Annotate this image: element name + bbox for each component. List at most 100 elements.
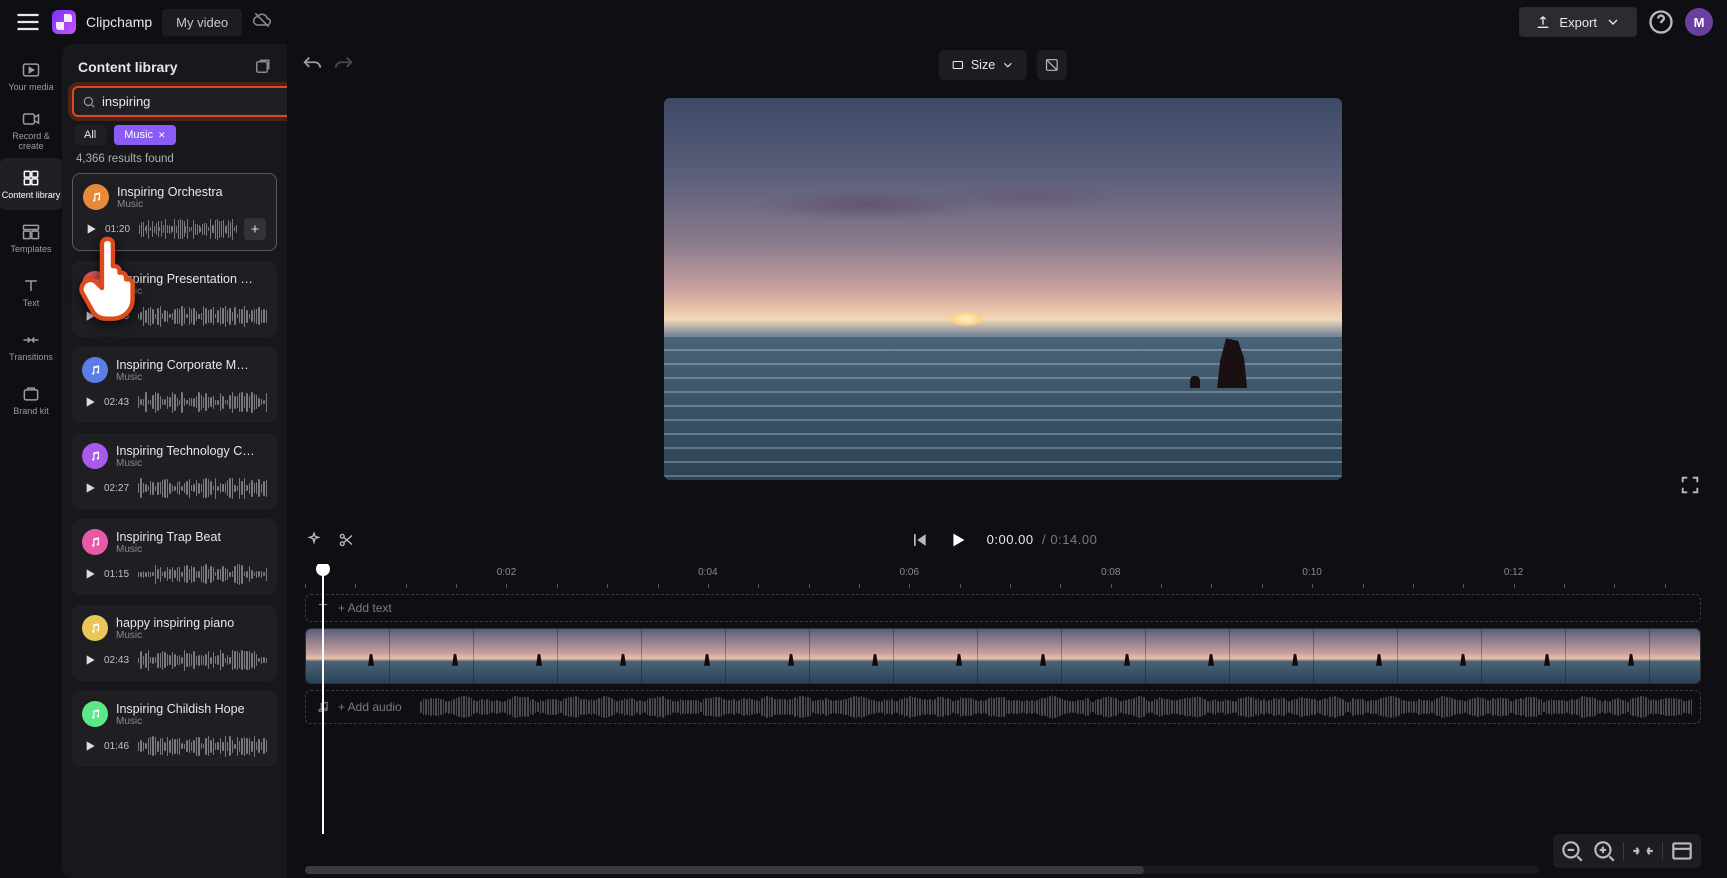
video-preview[interactable] xyxy=(664,98,1342,480)
track-category-icon xyxy=(82,701,108,727)
ruler-mark: 0:10 xyxy=(1302,567,1321,578)
track-card[interactable]: Inspiring Presentation … Music 01:55 xyxy=(72,261,277,337)
track-category: Music xyxy=(116,286,267,297)
timeline-zoom-tools xyxy=(1553,834,1701,868)
track-category: Music xyxy=(116,544,267,555)
sparkle-auto-icon[interactable] xyxy=(305,531,323,549)
search-box[interactable] xyxy=(72,86,308,117)
app-logo xyxy=(52,10,76,34)
help-button[interactable] xyxy=(1647,8,1675,36)
play-button[interactable] xyxy=(947,529,969,551)
track-card[interactable]: Inspiring Corporate M… Music 02:43 xyxy=(72,347,277,423)
redo-button xyxy=(333,54,355,76)
preview-play-icon[interactable] xyxy=(82,308,98,324)
video-track-clip[interactable] xyxy=(305,628,1701,684)
nav-record-create[interactable]: Record & create xyxy=(0,104,62,156)
transitions-icon xyxy=(21,330,41,350)
track-card[interactable]: Inspiring Orchestra Music 01:20 xyxy=(72,173,277,251)
track-card[interactable]: Inspiring Technology C… Music 02:27 xyxy=(72,433,277,509)
fullscreen-button[interactable] xyxy=(1679,474,1701,496)
preview-play-icon[interactable] xyxy=(83,221,99,237)
text-track-lane[interactable]: + Add text xyxy=(305,594,1701,622)
track-duration: 01:15 xyxy=(104,569,132,580)
preview-play-icon[interactable] xyxy=(82,480,98,496)
nav-content-library[interactable]: Content library xyxy=(0,158,62,210)
hamburger-menu[interactable] xyxy=(14,8,42,36)
fit-timeline-button[interactable] xyxy=(1630,838,1656,864)
track-title: Inspiring Trap Beat xyxy=(116,530,267,544)
track-category: Music xyxy=(116,630,267,641)
track-waveform xyxy=(138,735,267,757)
stage: Size 0:00.00 / 0:14.00 xyxy=(287,44,1719,878)
chip-all[interactable]: All xyxy=(74,125,106,145)
audio-track-lane[interactable]: + Add audio xyxy=(305,690,1701,724)
track-duration: 02:27 xyxy=(104,483,132,494)
nav-your-media[interactable]: Your media xyxy=(0,50,62,102)
text-icon xyxy=(21,276,41,296)
ruler-mark: 0:08 xyxy=(1101,567,1120,578)
ruler-mark: 0:06 xyxy=(900,567,919,578)
templates-icon xyxy=(21,222,41,242)
track-list: Inspiring Orchestra Music 01:20 Inspirin… xyxy=(62,173,287,878)
preview-play-icon[interactable] xyxy=(82,566,98,582)
left-nav: Your media Record & create Content libra… xyxy=(0,44,62,878)
nav-templates[interactable]: Templates xyxy=(0,212,62,264)
ruler-mark: 0:02 xyxy=(497,567,516,578)
chip-music[interactable]: Music xyxy=(114,125,175,145)
track-waveform xyxy=(138,305,267,327)
track-duration: 02:43 xyxy=(104,397,132,408)
track-category: Music xyxy=(116,716,267,727)
export-label: Export xyxy=(1559,15,1597,30)
content-library-panel: Content library All Music 4,366 results … xyxy=(62,44,287,878)
timeline-scrollbar[interactable] xyxy=(305,866,1539,874)
track-category-icon xyxy=(82,529,108,555)
transport-bar: 0:00.00 / 0:14.00 xyxy=(287,522,1719,558)
timeline-view-button[interactable] xyxy=(1669,838,1695,864)
track-title: happy inspiring piano xyxy=(116,616,267,630)
user-avatar[interactable]: M xyxy=(1685,8,1713,36)
preview-play-icon[interactable] xyxy=(82,652,98,668)
track-category-icon xyxy=(83,184,109,210)
ruler-mark: 0:12 xyxy=(1504,567,1523,578)
track-card[interactable]: Inspiring Childish Hope Music 01:46 xyxy=(72,691,277,767)
canvas-color-button[interactable] xyxy=(1037,50,1067,80)
track-card[interactable]: happy inspiring piano Music 02:43 xyxy=(72,605,277,681)
color-swatch-icon xyxy=(1044,57,1060,73)
search-input[interactable] xyxy=(102,94,278,109)
panel-title: Content library xyxy=(78,59,178,75)
track-title: Inspiring Orchestra xyxy=(117,185,266,199)
add-track-button[interactable] xyxy=(244,218,266,240)
track-waveform xyxy=(139,218,238,240)
ruler-mark: 0:04 xyxy=(698,567,717,578)
track-category: Music xyxy=(117,199,266,210)
record-icon xyxy=(21,109,41,129)
zoom-in-button[interactable] xyxy=(1591,838,1617,864)
nav-transitions[interactable]: Transitions xyxy=(0,320,62,372)
resize-handle-icon[interactable] xyxy=(1332,470,1342,480)
track-category: Music xyxy=(116,372,267,383)
split-scissors-icon[interactable] xyxy=(337,531,355,549)
project-name[interactable]: My video xyxy=(162,9,242,36)
media-icon xyxy=(21,60,41,80)
undo-button[interactable] xyxy=(301,54,323,76)
track-duration: 01:20 xyxy=(105,224,133,235)
size-button[interactable]: Size xyxy=(939,50,1027,80)
scrollbar-thumb[interactable] xyxy=(305,866,1144,874)
export-button[interactable]: Export xyxy=(1519,7,1637,37)
popout-icon[interactable] xyxy=(253,58,271,76)
track-title: Inspiring Corporate M… xyxy=(116,358,267,372)
track-card[interactable]: Inspiring Trap Beat Music 01:15 xyxy=(72,519,277,595)
track-duration: 01:46 xyxy=(104,741,132,752)
seek-start-button[interactable] xyxy=(909,530,929,550)
track-waveform xyxy=(138,649,267,671)
preview-play-icon[interactable] xyxy=(82,738,98,754)
preview-play-icon[interactable] xyxy=(82,394,98,410)
nav-text[interactable]: Text xyxy=(0,266,62,318)
nav-brand-kit[interactable]: Brand kit xyxy=(0,374,62,426)
zoom-out-button[interactable] xyxy=(1559,838,1585,864)
cloud-sync-icon xyxy=(252,10,272,35)
track-title: Inspiring Presentation … xyxy=(116,272,267,286)
timeline-ruler[interactable]: 0:02 0:04 0:06 0:08 0:10 0:12 xyxy=(305,564,1719,588)
upload-icon xyxy=(1535,14,1551,30)
track-waveform xyxy=(138,563,267,585)
